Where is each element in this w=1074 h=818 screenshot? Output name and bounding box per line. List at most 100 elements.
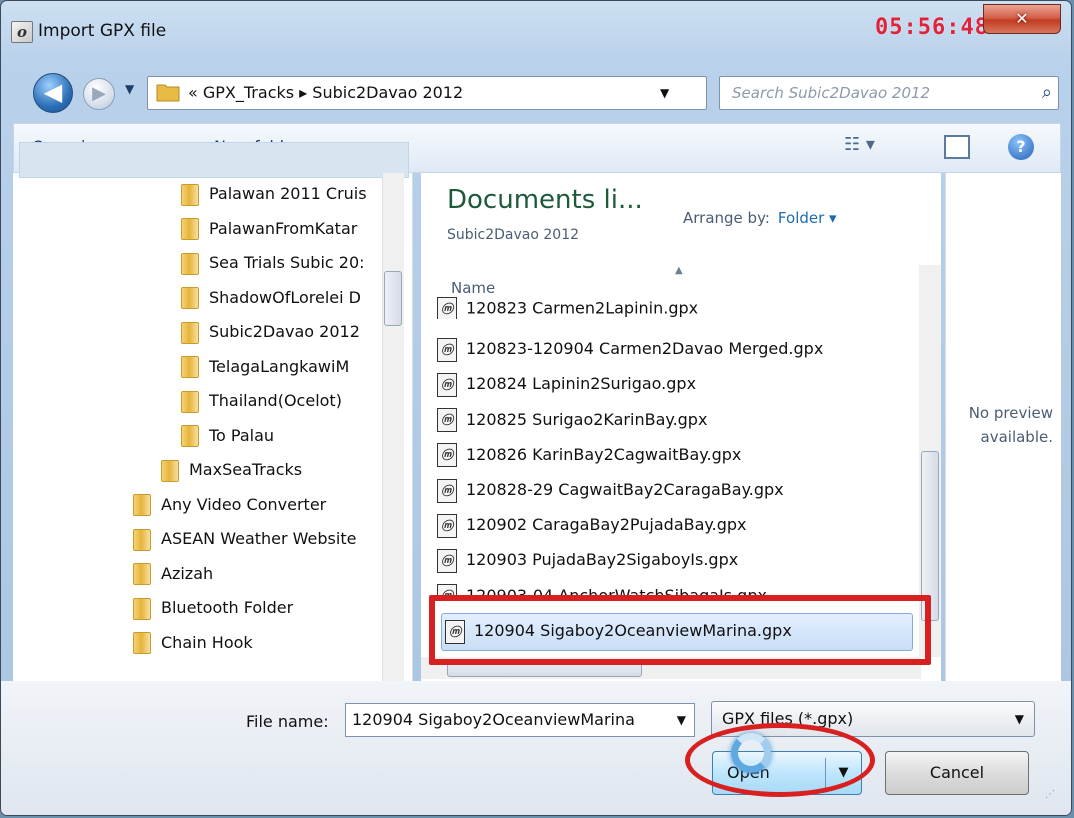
resize-grip-icon[interactable]: ⋰ — [1045, 789, 1055, 800]
tree-item[interactable]: Any Video Converter — [133, 488, 326, 522]
recent-locations-dropdown[interactable]: ▼ — [125, 82, 134, 96]
file-row[interactable]: ⓜ 120823-120904 Carmen2Davao Merged.gpx — [437, 332, 823, 366]
tree-item-label: Any Video Converter — [161, 494, 327, 514]
file-name: 120902 CaragaBay2PujadaBay.gpx — [466, 515, 747, 535]
tree-item[interactable]: ShadowOfLorelei D — [181, 281, 361, 315]
tree-item[interactable]: Subic2Davao 2012 — [181, 315, 360, 349]
tree-item-label: Sea Trials Subic 20: — [209, 253, 365, 272]
file-name: 120825 Surigao2KarinBay.gpx — [466, 409, 708, 429]
folder-icon — [181, 356, 199, 378]
tree-item[interactable]: ASEAN Weather Website — [133, 522, 356, 556]
file-name: 120824 Lapinin2Surigao.gpx — [466, 374, 697, 394]
search-icon[interactable]: ⌕ — [1042, 77, 1052, 109]
import-gpx-dialog: o Import GPX file 05:56:48 ✕ ◀ ▶ ▼ « GPX… — [0, 0, 1072, 816]
folder-icon — [133, 597, 151, 620]
file-row[interactable]: ⓜ 120902 CaragaBay2PujadaBay.gpx — [437, 508, 746, 542]
file-name: 120904 Sigaboy2OceanviewMarina.gpx — [474, 621, 792, 640]
file-name: 120826 KarinBay2CagwaitBay.gpx — [466, 444, 742, 464]
tree-item-label: Thailand(Ocelot) — [209, 391, 342, 410]
tree-item-label: Subic2Davao 2012 — [209, 322, 360, 341]
tree-item[interactable]: Chain Hook — [133, 626, 253, 660]
tree-item[interactable]: Bluetooth Folder — [133, 591, 293, 625]
clock-overlay: 05:56:48 — [875, 15, 989, 40]
tree-item[interactable]: Sea Trials Subic 20: — [181, 246, 365, 280]
file-name-input[interactable]: 120904 Sigaboy2OceanviewMarina ▼ — [345, 703, 695, 737]
help-icon[interactable]: ? — [1008, 134, 1034, 160]
folder-icon — [133, 632, 151, 654]
change-view-icon[interactable]: ☷ ▾ — [844, 134, 875, 155]
folder-icon — [133, 494, 151, 516]
tree-item[interactable]: Palawan 2011 Cruis — [181, 177, 367, 211]
title-bar: o Import GPX file 05:56:48 ✕ — [1, 1, 1071, 59]
file-name-value: 120904 Sigaboy2OceanviewMarina — [352, 710, 635, 729]
file-row[interactable]: ⓜ 120825 Surigao2KarinBay.gpx — [437, 403, 707, 437]
sort-ascending-icon: ▲ — [675, 265, 683, 276]
address-dropdown-icon[interactable]: ▼ — [660, 77, 669, 109]
file-list-scroll-thumb[interactable] — [921, 451, 939, 621]
gpx-file-icon: ⓜ — [437, 513, 457, 538]
file-row[interactable]: ⓜ 120824 Lapinin2Surigao.gpx — [437, 367, 696, 401]
folder-icon — [181, 218, 199, 240]
cancel-button[interactable]: Cancel — [885, 751, 1029, 795]
arrange-label: Arrange by: — [683, 209, 770, 227]
tree-item-label: ASEAN Weather Website — [161, 529, 357, 548]
preview-pane-icon[interactable] — [944, 135, 970, 159]
file-name: 120823 Carmen2Lapinin.gpx — [466, 298, 699, 318]
folder-icon — [181, 287, 199, 309]
preview-message-line1: No preview — [968, 404, 1053, 422]
preview-message-line2: available. — [980, 428, 1053, 446]
folder-icon — [181, 252, 199, 275]
file-type-select[interactable]: GPX files (*.gpx) ▼ — [711, 701, 1035, 737]
tree-item[interactable]: MaxSeaTracks — [161, 453, 302, 487]
tree-item-label: ShadowOfLorelei D — [209, 287, 361, 307]
tree-item-label: Palawan 2011 Cruis — [209, 184, 367, 203]
app-icon: o — [11, 21, 33, 43]
file-row[interactable]: ⓜ 120904 Sigaboy2OceanviewMarina.gpx — [445, 614, 792, 648]
tree-item[interactable]: Azizah — [133, 557, 213, 591]
tree-item-label: Bluetooth Folder — [161, 598, 294, 617]
tree-item-label: Chain Hook — [161, 632, 253, 652]
library-title: Documents li... — [447, 185, 643, 215]
file-name: 120903 PujadaBay2SigaboyIs.gpx — [466, 550, 739, 570]
tree-item[interactable]: PalawanFromKatar — [181, 212, 357, 246]
folder-icon — [156, 84, 180, 102]
gpx-file-icon: ⓜ — [437, 408, 457, 433]
file-row[interactable]: ⓜ 120903-04 AnchorWatchSibagaIs.gpx — [437, 579, 767, 599]
tree-item[interactable]: To Palau — [181, 419, 274, 453]
busy-cursor-icon — [731, 733, 771, 773]
tree-item-label: Azizah — [161, 563, 214, 583]
file-list-pane: Documents li... Subic2Davao 2012 Arrange… — [421, 173, 941, 681]
gpx-file-icon: ⓜ — [445, 619, 465, 644]
file-row[interactable]: ⓜ 120826 KarinBay2CagwaitBay.gpx — [437, 438, 741, 472]
close-button[interactable]: ✕ — [983, 4, 1061, 34]
breadcrumb[interactable]: « GPX_Tracks ▸ Subic2Davao 2012 — [188, 77, 463, 109]
tree-item[interactable]: Thailand(Ocelot) — [181, 384, 342, 418]
folder-icon — [181, 390, 199, 413]
file-row[interactable]: ⓜ 120823 Carmen2Lapinin.gpx — [437, 297, 698, 319]
navigation-scrollbar[interactable] — [382, 173, 404, 681]
window-title: Import GPX file — [38, 21, 167, 41]
file-type-value: GPX files (*.gpx) — [722, 709, 854, 728]
tree-item[interactable]: TelagaLangkawiM — [181, 350, 349, 384]
arrange-by: Arrange by: Folder ▾ — [683, 209, 837, 227]
arrange-dropdown[interactable]: Folder ▾ — [778, 209, 837, 227]
horizontal-scroll-thumb[interactable] — [447, 659, 642, 677]
file-type-dropdown-icon[interactable]: ▼ — [1015, 702, 1024, 736]
address-bar[interactable]: « GPX_Tracks ▸ Subic2Davao 2012 ▼ ⇆ — [147, 76, 837, 110]
file-name-dropdown-icon[interactable]: ▼ — [677, 704, 686, 736]
search-placeholder: Search Subic2Davao 2012 — [732, 84, 931, 102]
navigation-bar: ◀ ▶ ▼ « GPX_Tracks ▸ Subic2Davao 2012 ▼ … — [1, 67, 1071, 117]
folder-icon — [133, 528, 151, 551]
back-button[interactable]: ◀ — [33, 73, 73, 113]
file-row[interactable]: ⓜ 120903 PujadaBay2SigaboyIs.gpx — [437, 543, 738, 577]
tree-item-label: MaxSeaTracks — [189, 460, 303, 479]
forward-button[interactable]: ▶ — [83, 78, 115, 110]
column-header-name[interactable]: Name — [451, 279, 495, 297]
search-input[interactable]: Search Subic2Davao 2012 ⌕ — [719, 76, 1059, 110]
file-name: 120828-29 CagwaitBay2CaragaBay.gpx — [466, 480, 784, 499]
open-split-dropdown-icon[interactable]: ▼ — [825, 758, 861, 788]
file-row[interactable]: ⓜ 120828-29 CagwaitBay2CaragaBay.gpx — [437, 473, 784, 507]
file-name-label: File name: — [246, 712, 329, 731]
tree-item-label: To Palau — [209, 425, 275, 445]
navigation-scroll-thumb[interactable] — [384, 271, 402, 326]
